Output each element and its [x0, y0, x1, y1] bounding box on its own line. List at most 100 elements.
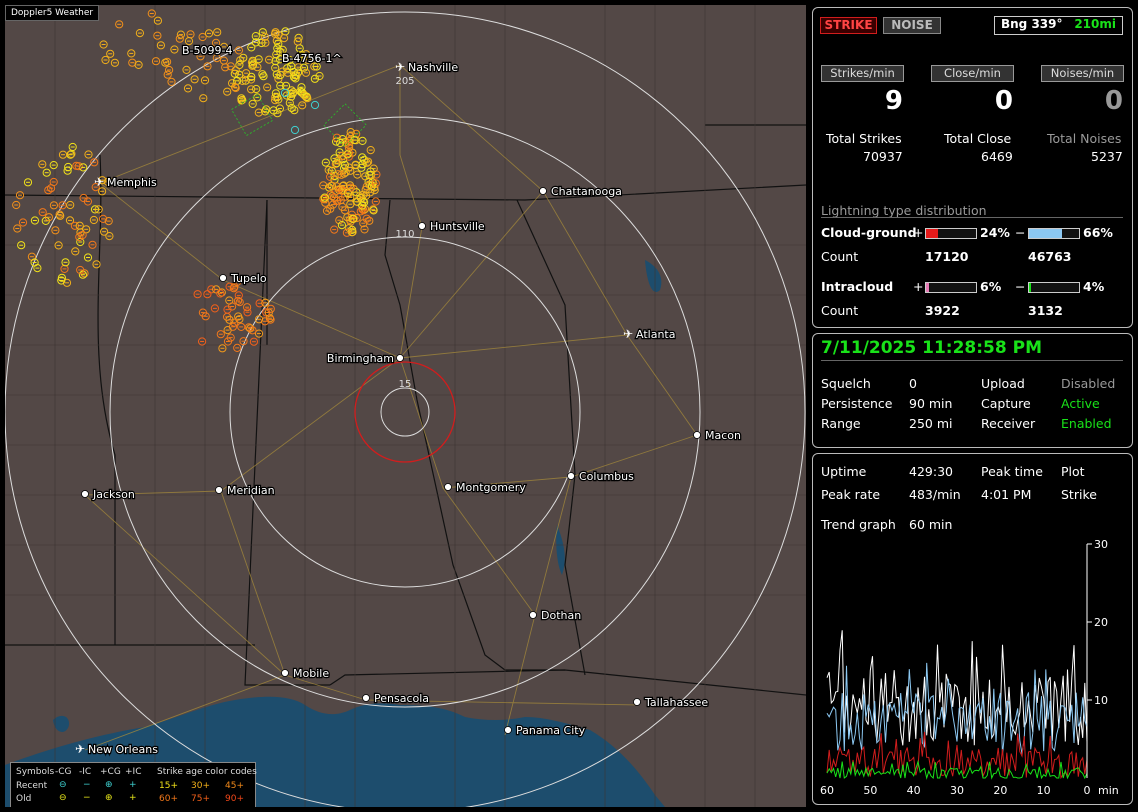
cg-plus-count: 17120 [925, 249, 969, 264]
peak-rate-value: 483/min [909, 487, 961, 502]
storm-cell-label: B-5099-4 [182, 44, 232, 57]
x-unit-label: min [1098, 784, 1119, 797]
minus-sign: − [1015, 279, 1026, 294]
plus-cg-icon: ⊕ [105, 793, 113, 803]
total-noises-value: 5237 [1091, 149, 1123, 164]
close-per-min-label: Close/min [931, 65, 1014, 82]
receiver-value: Enabled [1061, 416, 1112, 431]
city-label: Columbus [579, 470, 634, 483]
state-borders [5, 124, 806, 696]
total-strikes-label: Total Strikes [826, 131, 902, 146]
plus-ic-icon: + [129, 793, 137, 803]
city-marker[interactable]: Columbus [567, 469, 635, 484]
lightning-map[interactable]: Doppler5 Weather ✈ Nashville ✈ Memphis C… [5, 5, 806, 807]
city-marker[interactable]: ✈ Nashville [395, 60, 460, 76]
bearing-distance: 210mi [1074, 17, 1116, 31]
x-tick-label: 40 [907, 784, 921, 797]
strike-stats-panel: STRIKE NOISE Bng 339° 210mi Strikes/min … [812, 7, 1133, 328]
city-label: Memphis [107, 176, 157, 189]
city-dot-icon [418, 222, 426, 230]
cg-minus-pct: 66% [1083, 225, 1113, 240]
upload-label: Upload [981, 376, 1025, 391]
city-dot-icon [529, 611, 537, 619]
noise-mode-button[interactable]: NOISE [883, 17, 941, 34]
strikes-per-min-label: Strikes/min [821, 65, 904, 82]
city-label: Montgomery [456, 481, 526, 494]
upload-value: Disabled [1061, 376, 1116, 391]
city-dot-icon [362, 694, 370, 702]
trend-graph-label: Trend graph [821, 517, 896, 532]
age-code: 60+ [159, 794, 178, 804]
city-label: New Orleans [88, 743, 158, 756]
city-label: Macon [705, 429, 741, 442]
uptime-label: Uptime [821, 464, 867, 479]
trend-graph: 30 20 10 60 50 40 30 20 10 0 min [820, 538, 1119, 797]
city-marker[interactable]: Macon [693, 428, 742, 443]
strike-mode-button[interactable]: STRIKE [820, 17, 877, 34]
city-dot-icon [81, 490, 89, 498]
close-per-min-value: 0 [994, 86, 1013, 116]
city-marker[interactable]: Tupelo [219, 271, 268, 286]
airport-icon: ✈ [75, 742, 85, 756]
river-reservoir [556, 525, 565, 575]
city-marker[interactable]: Birmingham [326, 351, 404, 366]
minus-cg-icon: ⊖ [59, 780, 67, 790]
minus-cg-icon: ⊖ [59, 793, 67, 803]
y-tick-label: 20 [1094, 616, 1108, 629]
airport-icon: ✈ [395, 60, 405, 74]
bearing-readout: Bng 339° 210mi [994, 16, 1123, 35]
intracloud-label: Intracloud [821, 279, 894, 294]
minus-ic-icon: − [83, 793, 91, 803]
x-tick-label: 30 [950, 784, 964, 797]
trend-graph-value: 60 min [909, 517, 953, 532]
plus-sign: + [913, 225, 924, 240]
city-marker[interactable]: Montgomery [444, 480, 527, 495]
strike-marker-icon [310, 100, 320, 110]
lake [53, 715, 70, 732]
persistence-value: 90 min [909, 396, 953, 411]
range-value: 250 mi [909, 416, 953, 431]
peak-time-value: 4:01 PM [981, 487, 1032, 502]
legend-col-header: -CG [55, 767, 72, 777]
city-marker[interactable]: ✈ Memphis [94, 175, 158, 191]
strikes-per-min-value: 9 [884, 86, 903, 116]
city-label: Jackson [92, 488, 135, 501]
city-dot-icon [444, 483, 452, 491]
city-marker[interactable]: ✈ New Orleans [75, 742, 159, 758]
city-marker[interactable]: Huntsville [418, 219, 486, 234]
city-marker[interactable]: ✈ Atlanta [623, 327, 677, 343]
plus-cg-icon: ⊕ [105, 780, 113, 790]
city-label: Mobile [293, 667, 329, 680]
city-marker[interactable]: Dothan [529, 608, 582, 623]
y-tick-label: 10 [1094, 694, 1108, 707]
city-dot-icon [633, 698, 641, 706]
city-marker[interactable]: Chattanooga [539, 184, 623, 199]
bearing-value: Bng 339° [1000, 17, 1063, 31]
strike-marker-icon [290, 125, 300, 135]
city-marker[interactable]: Tallahassee [633, 695, 710, 710]
total-close-value: 6469 [981, 149, 1013, 164]
city-dot-icon [693, 431, 701, 439]
cg-minus-count: 46763 [1028, 249, 1072, 264]
plot-label: Plot [1061, 464, 1085, 479]
squelch-label: Squelch [821, 376, 871, 391]
distribution-title: Lightning type distribution [821, 203, 987, 218]
range-ring-label: 205 [395, 76, 414, 87]
x-tick-label: 20 [993, 784, 1007, 797]
legend-col-header: +IC [125, 767, 142, 777]
city-label: Nashville [408, 61, 458, 74]
city-dot-icon [281, 669, 289, 677]
city-marker[interactable]: Pensacola [362, 691, 430, 706]
age-code: 45+ [225, 781, 244, 791]
city-marker[interactable]: Mobile [281, 666, 331, 681]
city-label: Atlanta [636, 328, 675, 341]
plot-value[interactable]: Strike [1061, 487, 1097, 502]
city-label: Birmingham [327, 352, 394, 365]
city-marker[interactable]: Panama City [504, 723, 587, 738]
river-reservoir [645, 260, 662, 292]
city-label: Panama City [516, 724, 586, 737]
plus-sign: + [913, 279, 924, 294]
range-ring-label: 15 [399, 379, 412, 390]
age-code: 90+ [225, 794, 244, 804]
cloud-ground-label: Cloud-ground [821, 225, 917, 240]
